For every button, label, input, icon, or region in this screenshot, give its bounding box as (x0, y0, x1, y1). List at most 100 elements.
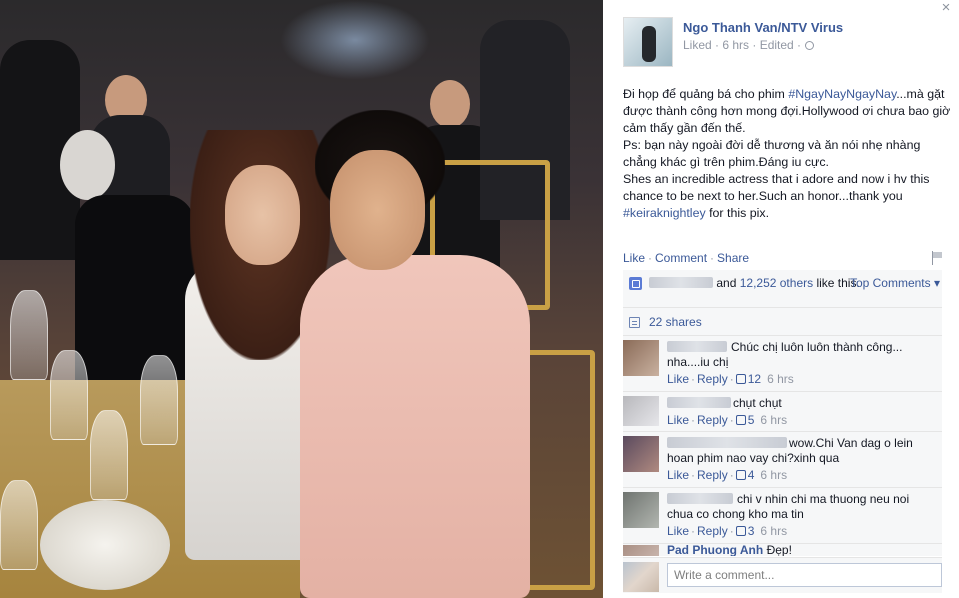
blurred-name[interactable] (667, 437, 787, 448)
comment-meta: Like · Reply · 12 6 hrs (667, 372, 936, 387)
stage-light (280, 0, 430, 80)
post-actions: Like · Comment · Share (623, 251, 749, 265)
feedback-box: and 12,252 others like this. Top Comment… (623, 270, 942, 556)
separator: · (729, 524, 734, 538)
comment-reply-link[interactable]: Reply (697, 413, 728, 427)
top-comments-dropdown[interactable]: Top Comments ▾ (850, 276, 940, 291)
comment-time[interactable]: 6 hrs (767, 372, 794, 386)
woman-face (225, 165, 300, 265)
comment-item: chụt chụt Like · Reply · 5 6 hrs (623, 392, 942, 432)
comment-reply-link[interactable]: Reply (697, 468, 728, 482)
comment-time[interactable]: 6 hrs (760, 413, 787, 427)
likes-others-link[interactable]: 12,252 others (740, 276, 813, 290)
comment-reply-link[interactable]: Reply (697, 372, 728, 386)
commenter-avatar[interactable] (623, 396, 659, 426)
comment-like-count[interactable]: 3 (748, 524, 755, 538)
comment-body: chi v nhin chi ma thuong neu noi chua co… (667, 492, 936, 522)
separator: · (691, 372, 696, 386)
separator: · (691, 413, 696, 427)
woman-pink-dress (300, 255, 530, 598)
blurred-name[interactable] (649, 277, 713, 288)
comment-item: Chúc chị luôn luôn thành công... nha....… (623, 336, 942, 392)
background-guest (75, 195, 195, 395)
separator: · (691, 524, 696, 538)
post-text-segment: for this pix. (705, 206, 770, 220)
comment-text: Đẹp! (766, 544, 792, 556)
likes-summary: and 12,252 others like this. Top Comment… (623, 270, 942, 308)
commenter-avatar[interactable] (623, 436, 659, 472)
like-link[interactable]: Like (623, 251, 645, 265)
globe-icon (805, 41, 815, 50)
background-guest-head (60, 130, 115, 200)
thumbs-up-icon (735, 526, 746, 536)
commenter-name[interactable]: Pad Phuong Anh (667, 544, 763, 556)
separator: · (729, 413, 734, 427)
hashtag-link[interactable]: #keiraknightley (623, 206, 706, 220)
comment-body: wow.Chi Van dag o lein hoan phim nao vay… (667, 436, 936, 466)
share-icon (629, 317, 640, 328)
comment-like-link[interactable]: Like (667, 524, 689, 538)
comment-body: chụt chụt (667, 396, 936, 411)
comment-body: Pad Phuong Anh Đẹp! (667, 544, 936, 556)
woman-face (330, 150, 425, 270)
author-name[interactable]: Ngo Thanh Van/NTV Virus (683, 20, 843, 35)
post-sidebar: Ngo Thanh Van/NTV Virus Liked · 6 hrs · … (611, 0, 959, 598)
separator: · (710, 251, 715, 265)
post-meta-text: Liked · 6 hrs · Edited · (683, 38, 802, 52)
separator: · (729, 372, 734, 386)
post-photo[interactable] (0, 0, 603, 598)
write-comment-row (623, 557, 942, 593)
comment-time[interactable]: 6 hrs (760, 524, 787, 538)
comment-meta: Like · Reply · 5 6 hrs (667, 413, 936, 428)
commenter-avatar[interactable] (623, 545, 659, 556)
post-text-segment: Đi họp để quảng bá cho phim (623, 87, 789, 101)
comment-input[interactable] (667, 563, 942, 587)
comment-like-count[interactable]: 4 (748, 468, 755, 482)
comment-like-link[interactable]: Like (667, 372, 689, 386)
wine-glass (50, 350, 88, 440)
comment-body: Chúc chị luôn luôn thành công... nha....… (667, 340, 936, 370)
flag-icon[interactable] (931, 251, 943, 265)
shares-summary: 22 shares (623, 308, 942, 336)
comment-text: chụt chụt (733, 396, 782, 410)
commenter-avatar[interactable] (623, 340, 659, 376)
separator: · (729, 468, 734, 482)
separator: · (691, 468, 696, 482)
wine-glass (0, 480, 38, 570)
comment-meta: Like · Reply · 3 6 hrs (667, 524, 936, 539)
thumbs-up-icon (735, 470, 746, 480)
post-message: Đi họp để quảng bá cho phim #NgayNayNgay… (623, 86, 951, 222)
blurred-name[interactable] (667, 493, 733, 504)
dinner-plate (40, 500, 170, 590)
comment-time[interactable]: 6 hrs (760, 468, 787, 482)
thumbs-up-icon (735, 415, 746, 425)
comment-like-count[interactable]: 12 (748, 372, 761, 386)
blurred-name[interactable] (667, 397, 731, 408)
likes-and: and (716, 276, 737, 290)
comment-item: chi v nhin chi ma thuong neu noi chua co… (623, 488, 942, 544)
post-paragraph: Shes an incredible actress that i adore … (623, 171, 951, 222)
comment-reply-link[interactable]: Reply (697, 524, 728, 538)
hashtag-link[interactable]: #NgayNayNgayNay (788, 87, 896, 101)
post-paragraph: Ps: bạn này ngoài đời dễ thương và ăn nó… (623, 138, 921, 169)
post-paragraph: Đi họp để quảng bá cho phim #NgayNayNgay… (623, 86, 951, 137)
comment-item: wow.Chi Van dag o lein hoan phim nao vay… (623, 432, 942, 488)
post-meta: Liked · 6 hrs · Edited · (683, 38, 815, 52)
comment-meta: Like · Reply · 4 6 hrs (667, 468, 936, 483)
comment-link[interactable]: Comment (655, 251, 707, 265)
thumbs-up-icon (735, 374, 746, 384)
thumbs-up-icon (629, 277, 642, 290)
comment-like-link[interactable]: Like (667, 468, 689, 482)
comment-like-count[interactable]: 5 (748, 413, 755, 427)
share-link[interactable]: Share (717, 251, 749, 265)
comment-like-link[interactable]: Like (667, 413, 689, 427)
shares-link[interactable]: 22 shares (649, 315, 702, 329)
commenter-avatar[interactable] (623, 492, 659, 528)
comment-item: Pad Phuong Anh Đẹp! (623, 544, 942, 556)
wine-glass (90, 410, 128, 500)
blurred-name[interactable] (667, 341, 727, 352)
wine-glass (140, 355, 178, 445)
author-avatar[interactable] (623, 17, 673, 67)
post-text-segment: Shes an incredible actress that i adore … (623, 172, 930, 203)
wine-glass (10, 290, 48, 380)
